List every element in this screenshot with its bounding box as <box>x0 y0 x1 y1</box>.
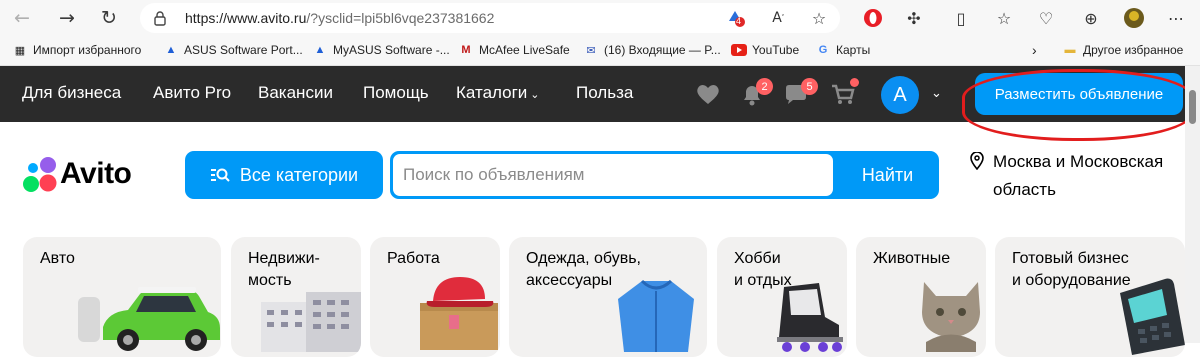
back-icon[interactable]: ← <box>10 6 34 30</box>
avito-logo[interactable]: Avito <box>22 155 162 197</box>
category-card-business[interactable]: Готовый бизнес и оборудование <box>995 237 1185 357</box>
favorite-label: (16) Входящие — P... <box>604 43 721 57</box>
skates-icon <box>777 283 843 352</box>
favorite-item[interactable]: G Карты <box>815 42 870 58</box>
favorite-label: YouTube <box>752 43 800 57</box>
search-input[interactable] <box>393 154 833 196</box>
tracker-icon[interactable]: 4 <box>725 7 747 29</box>
logo-dots-icon <box>23 157 57 192</box>
location-text: Москва и Московская область <box>993 152 1164 199</box>
page-scrollbar[interactable] <box>1185 66 1200 343</box>
extensions-icon[interactable]: ✣ <box>903 7 925 29</box>
categories-search-icon <box>210 168 230 182</box>
opera-icon[interactable] <box>862 7 884 29</box>
refresh-icon[interactable]: ↻ <box>97 6 121 30</box>
favorite-label: MyASUS Software -... <box>333 43 450 57</box>
highlight-annotation <box>962 69 1194 141</box>
car-icon <box>78 287 220 351</box>
import-icon: ▦ <box>14 44 26 57</box>
chevron-down-icon[interactable]: ⌄ <box>931 85 942 101</box>
link-benefit[interactable]: Польза <box>576 83 633 103</box>
cap-box-icon <box>420 277 498 350</box>
profile-icon[interactable] <box>1123 7 1145 29</box>
lock-icon[interactable] <box>152 10 168 26</box>
menu-icon[interactable]: ⋯ <box>1165 7 1187 29</box>
heart-icon[interactable] <box>694 80 722 108</box>
category-label: Работа <box>387 250 440 267</box>
category-label: Животные <box>873 250 951 267</box>
mail-icon: ✉ <box>586 44 596 57</box>
link-catalogs[interactable]: Каталоги ⌄ <box>456 83 540 103</box>
avatar[interactable]: A <box>881 76 919 114</box>
favorite-item[interactable]: YouTube <box>731 42 799 58</box>
split-screen-icon[interactable]: ▯ <box>950 7 972 29</box>
favorite-item[interactable]: ✉ (16) Входящие — P... <box>583 42 721 58</box>
favorite-item[interactable]: ▦ Импорт избранного <box>12 42 142 58</box>
notifications-badge: 2 <box>756 78 773 95</box>
folder-icon: ▬ <box>1064 44 1076 56</box>
jacket-icon <box>618 279 694 352</box>
google-icon: G <box>818 44 828 56</box>
forward-icon[interactable]: → <box>55 6 79 30</box>
tracker-badge: 4 <box>736 16 742 26</box>
link-business[interactable]: Для бизнеса <box>22 83 121 103</box>
category-card-animals[interactable]: Животные <box>856 237 986 357</box>
favorites-overflow-icon[interactable]: › <box>1032 42 1037 58</box>
favorites-icon[interactable]: ☆ <box>993 7 1015 29</box>
link-help[interactable]: Помощь <box>363 83 429 103</box>
favorite-label: Карты <box>836 43 871 57</box>
messages-badge: 5 <box>801 78 818 95</box>
health-icon[interactable]: ♡ <box>1035 7 1057 29</box>
find-button[interactable]: Найти <box>836 151 939 199</box>
address-bar[interactable]: https://www.avito.ru/?ysclid=lpi5bl6vqe2… <box>140 3 840 33</box>
link-catalogs-label: Каталоги <box>456 83 528 102</box>
favorite-item[interactable]: ▲ MyASUS Software -... <box>312 42 450 58</box>
link-vacancies[interactable]: Вакансии <box>258 83 333 103</box>
other-favorites[interactable]: ▬ Другое избранное <box>1062 42 1184 58</box>
other-favorites-label: Другое избранное <box>1083 43 1184 57</box>
favorite-star-icon[interactable]: ☆ <box>808 7 830 29</box>
cat-icon <box>922 282 980 352</box>
category-card-hobby[interactable]: Хобби и отдых <box>717 237 847 357</box>
scroll-thumb[interactable] <box>1189 90 1196 124</box>
payment-terminal-icon <box>1120 278 1185 355</box>
search-bar: Найти <box>390 151 939 199</box>
favorite-label: Импорт избранного <box>33 43 142 57</box>
chevron-down-icon: ⌄ <box>530 89 540 101</box>
all-categories-button[interactable]: Все категории <box>185 151 383 199</box>
location-pin-icon <box>970 152 984 170</box>
favorites-bar: ▦ Импорт избранного ▲ ASUS Software Port..… <box>0 36 1200 66</box>
collections-icon[interactable]: ⊕ <box>1080 7 1102 29</box>
favorite-item[interactable]: M McAfee LiveSafe <box>458 42 570 58</box>
category-label: Авто <box>40 250 75 267</box>
logo-text: Avito <box>60 157 132 190</box>
favorite-label: ASUS Software Port... <box>184 43 303 57</box>
asus-icon: ▲ <box>165 44 177 56</box>
category-card-auto[interactable]: Авто <box>23 237 221 357</box>
read-aloud-icon[interactable]: Aﾞ <box>768 7 790 29</box>
favorite-label: McAfee LiveSafe <box>479 43 570 57</box>
all-categories-label: Все категории <box>239 164 359 185</box>
link-avito-pro[interactable]: Авито Pro <box>153 83 231 103</box>
youtube-icon <box>731 42 747 58</box>
category-card-realty[interactable]: Недвижи- мость <box>231 237 361 357</box>
category-card-job[interactable]: Работа <box>370 237 500 357</box>
asus-icon: ▲ <box>314 44 326 56</box>
browser-toolbar: ← → ↻ https://www.avito.ru/?ysclid=lpi5b… <box>0 0 1200 36</box>
url-text[interactable]: https://www.avito.ru/?ysclid=lpi5bl6vqe2… <box>185 10 494 26</box>
favorite-item[interactable]: ▲ ASUS Software Port... <box>163 42 303 58</box>
cart-dot <box>850 78 859 87</box>
category-label: Недвижи- мость <box>248 250 320 289</box>
building-icon <box>261 292 361 352</box>
mcafee-icon: M <box>461 44 471 56</box>
category-card-clothes[interactable]: Одежда, обувь, аксессуары <box>509 237 707 357</box>
